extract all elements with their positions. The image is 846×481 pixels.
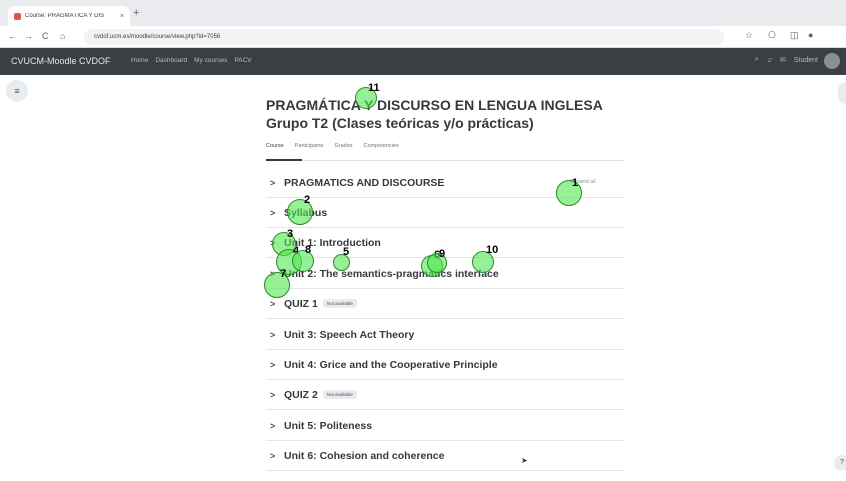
- sidepanel-icon[interactable]: ◫: [790, 30, 799, 41]
- primary-menu: Home Dashboard My courses PACV: [131, 57, 252, 64]
- chevron-right-icon[interactable]: >: [266, 360, 284, 370]
- browser-tab-title: Course: PRAGMÁTICA Y DIS: [25, 13, 105, 19]
- address-bar: ← → C ⌂ cvdof.ucm.es/moodle/course/view.…: [0, 26, 846, 48]
- section-unit-5[interactable]: > Unit 5: Politeness: [266, 411, 624, 441]
- chevron-right-icon[interactable]: >: [266, 390, 284, 400]
- marker-label: 7: [280, 268, 287, 280]
- status-badge: Not available: [322, 299, 357, 308]
- user-tools: ⌕ ♫ ✉ Student: [755, 56, 818, 64]
- chevron-right-icon[interactable]: >: [266, 208, 284, 218]
- menu-item-dashboard[interactable]: Dashboard: [155, 57, 187, 64]
- url-field[interactable]: cvdof.ucm.es/moodle/course/view.php?id=7…: [84, 29, 724, 45]
- marker-label: 2: [304, 194, 311, 206]
- bookmark-star-icon[interactable]: ☆: [745, 30, 753, 41]
- section-quiz-2[interactable]: > QUIZ 2 Not available: [266, 380, 624, 410]
- menu-item-pacv[interactable]: PACV: [234, 57, 251, 64]
- marker-label: 5: [343, 246, 350, 258]
- back-icon[interactable]: ←: [8, 31, 17, 41]
- marker-label: 11: [368, 82, 380, 94]
- marker-label: 10: [486, 244, 499, 256]
- tab-course[interactable]: Course: [266, 143, 284, 149]
- marker-label: 1: [572, 177, 579, 189]
- menu-item-home[interactable]: Home: [131, 57, 148, 64]
- search-icon[interactable]: ⌕: [755, 56, 759, 64]
- site-brand[interactable]: CVUCM-Moodle CVDOF: [11, 56, 111, 66]
- menu-item-my-courses[interactable]: My courses: [194, 57, 227, 64]
- course-tabs: Course Participants Grades Competencies: [266, 143, 399, 149]
- section-label[interactable]: Unit 4: Grice and the Cooperative Princi…: [284, 359, 498, 371]
- section-label[interactable]: PRAGMATICS AND DISCOURSE: [284, 177, 444, 189]
- course-index-toggle-icon[interactable]: ≡: [6, 80, 28, 102]
- section-label[interactable]: Unit 5: Politeness: [284, 420, 372, 432]
- avatar[interactable]: [824, 53, 840, 69]
- mouse-cursor-icon: ➤: [521, 456, 528, 465]
- tab-participants[interactable]: Participants: [295, 143, 324, 149]
- section-label[interactable]: Unit 6: Cohesion and coherence: [284, 450, 444, 462]
- forward-icon[interactable]: →: [24, 31, 33, 41]
- chevron-right-icon[interactable]: >: [266, 421, 284, 431]
- help-button[interactable]: ?: [834, 455, 846, 471]
- status-badge: Not available: [322, 390, 357, 399]
- section-label[interactable]: Unit 3: Speech Act Theory: [284, 329, 414, 341]
- chevron-right-icon[interactable]: >: [266, 178, 284, 188]
- section-unit-6[interactable]: > Unit 6: Cohesion and coherence: [266, 441, 624, 471]
- moodle-navbar: CVUCM-Moodle CVDOF Home Dashboard My cou…: [0, 48, 846, 75]
- profile-icon[interactable]: ●: [808, 30, 813, 40]
- user-name[interactable]: Student: [794, 57, 818, 64]
- right-drawer-toggle[interactable]: [838, 82, 846, 104]
- close-tab-icon[interactable]: ×: [120, 13, 124, 20]
- marker-label: 3: [287, 228, 294, 240]
- chevron-right-icon[interactable]: >: [266, 451, 284, 461]
- reload-icon[interactable]: C: [42, 31, 49, 41]
- new-tab-button[interactable]: +: [133, 7, 139, 19]
- section-quiz-1[interactable]: > QUIZ 1 Not available: [266, 289, 624, 319]
- browser-tab-bar: Course: PRAGMÁTICA Y DIS × +: [0, 0, 846, 26]
- favicon-icon: [14, 12, 21, 20]
- browser-tab[interactable]: Course: PRAGMÁTICA Y DIS ×: [8, 6, 130, 26]
- section-label[interactable]: Unit 2: The semantics-pragmatics interfa…: [284, 268, 499, 280]
- home-icon[interactable]: ⌂: [60, 31, 65, 41]
- tab-divider: [266, 160, 624, 161]
- section-label[interactable]: QUIZ 2: [284, 389, 318, 401]
- tab-grades[interactable]: Grades: [334, 143, 352, 149]
- messages-icon[interactable]: ✉: [780, 56, 786, 64]
- section-unit-3[interactable]: > Unit 3: Speech Act Theory: [266, 320, 624, 350]
- tab-competencies[interactable]: Competencies: [364, 143, 399, 149]
- page-title: PRAGMÁTICA Y DISCURSO EN LENGUA INGLESA …: [266, 97, 603, 131]
- chevron-right-icon[interactable]: >: [266, 299, 284, 309]
- active-tab-underline: [266, 159, 302, 161]
- extensions-icon[interactable]: ⎔: [768, 30, 776, 41]
- marker-label: 8: [305, 244, 312, 256]
- section-unit-4[interactable]: > Unit 4: Grice and the Cooperative Prin…: [266, 350, 624, 380]
- notification-bell-icon[interactable]: ♫: [767, 57, 772, 64]
- chevron-right-icon[interactable]: >: [266, 330, 284, 340]
- marker-label: 9: [439, 248, 446, 260]
- section-label[interactable]: QUIZ 1: [284, 298, 318, 310]
